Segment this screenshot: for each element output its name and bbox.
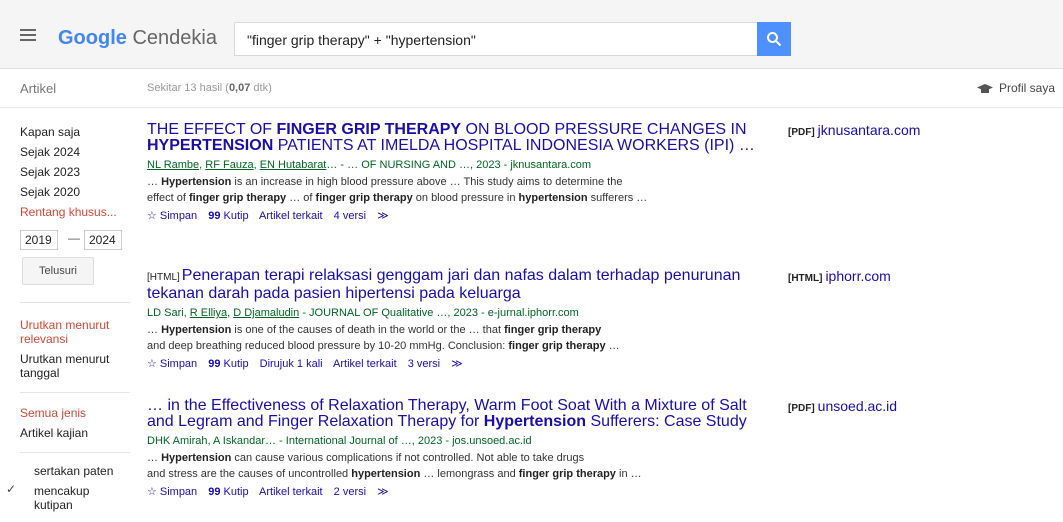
divider — [20, 452, 130, 453]
cite-link[interactable]: 99 Kutip — [208, 358, 248, 370]
checkbox-empty-icon — [20, 464, 30, 474]
result-title[interactable]: … in the Effectiveness of Relaxation The… — [147, 398, 777, 430]
search-icon — [767, 32, 782, 47]
author-link[interactable]: RF Fauza — [205, 159, 253, 171]
more-icon[interactable]: ≫ — [377, 210, 389, 222]
star-icon: ☆ — [147, 486, 157, 498]
filter-since-2024[interactable]: Sejak 2024 — [20, 142, 130, 162]
quote-icon: 99 — [208, 210, 221, 222]
more-icon[interactable]: ≫ — [377, 486, 389, 498]
author-link[interactable]: R Elliya — [190, 307, 227, 319]
divider — [20, 392, 130, 393]
full-text-link[interactable]: [PDF] unsoed.ac.id — [788, 398, 897, 414]
save-link[interactable]: ☆ Simpan — [147, 358, 197, 370]
result-actions: ☆ Simpan 99 Kutip Artikel terkait 2 versi … — [147, 485, 777, 498]
result-snippet: … Hypertension can cause various complic… — [147, 452, 642, 480]
logo-google: Google — [58, 27, 127, 49]
save-link[interactable]: ☆ Simpan — [147, 486, 197, 498]
logo[interactable]: Google Cendekia — [58, 26, 217, 50]
quote-icon: 99 — [208, 486, 221, 498]
divider — [20, 302, 130, 303]
year-from-input[interactable]: 2019 — [20, 230, 58, 250]
more-icon[interactable]: ≫ — [451, 358, 463, 370]
type-all[interactable]: Semua jenis — [20, 406, 130, 420]
author-link[interactable]: EN Hutabarat — [260, 159, 327, 171]
related-articles-link[interactable]: Artikel terkait — [259, 210, 323, 222]
year-to-input[interactable]: 2024 — [84, 230, 122, 250]
versions-link[interactable]: 4 versi — [334, 210, 366, 222]
save-link[interactable]: ☆ Simpan — [147, 210, 197, 222]
result-item: THE EFFECT OF FINGER GRIP THERAPY ON BLO… — [147, 122, 777, 223]
search-button[interactable] — [757, 22, 791, 56]
full-text-link[interactable]: [PDF] jknusantara.com — [788, 122, 920, 138]
related-articles-link[interactable]: Artikel terkait — [259, 486, 323, 498]
cite-link[interactable]: 99 Kutip — [208, 486, 248, 498]
full-text-link[interactable]: [HTML] iphorr.com — [788, 268, 891, 284]
result-authors: LD Sari, R Elliya, D Djamaludin - JOURNA… — [147, 307, 579, 319]
profile-link[interactable]: Profil saya — [976, 81, 1055, 95]
search-range-button[interactable]: Telusuri — [22, 257, 94, 285]
results-count: Sekitar 13 hasil (0,07 dtk) — [147, 82, 272, 94]
quote-icon: 99 — [208, 358, 221, 370]
result-actions: ☆ Simpan 99 Kutip Dirujuk 1 kali Artikel t… — [147, 357, 777, 370]
hamburger-menu-icon[interactable] — [20, 29, 36, 41]
cited-by-link[interactable]: Dirujuk 1 kali — [260, 358, 323, 370]
result-authors: DHK Amirah, A Iskandar… - International … — [147, 435, 532, 447]
cite-link[interactable]: 99 Kutip — [208, 210, 248, 222]
header-bar: Google Cendekia "finger grip therapy" + … — [0, 0, 1063, 69]
section-label: Artikel — [20, 81, 57, 96]
graduation-cap-icon — [976, 83, 993, 93]
year-range: 2019 — 2024 — [20, 230, 130, 252]
checkmark-icon: ✓ — [6, 482, 17, 496]
result-item: [HTML] Penerapan terapi relaksasi genggam… — [147, 268, 777, 371]
sort-options: Urutkan menurut relevansi Urutkan menuru… — [20, 318, 130, 380]
star-icon: ☆ — [147, 358, 157, 370]
sort-date[interactable]: Urutkan menurut tanggal — [20, 352, 130, 380]
author-link[interactable]: D Djamaludin — [233, 307, 299, 319]
author-link[interactable]: NL Rambe — [147, 159, 199, 171]
filter-any-time[interactable]: Kapan saja — [20, 122, 130, 142]
results-bar: Artikel Sekitar 13 hasil (0,07 dtk) Prof… — [0, 69, 1063, 108]
include-citations-checkbox[interactable]: ✓ mencakup kutipan — [6, 482, 130, 512]
result-snippet: … Hypertension is an increase in high bl… — [147, 176, 648, 204]
result-authors: NL Rambe, RF Fauza, EN Hutabarat… - … OF… — [147, 159, 592, 171]
sort-relevance[interactable]: Urutkan menurut relevansi — [20, 318, 130, 346]
result-title[interactable]: THE EFFECT OF FINGER GRIP THERAPY ON BLO… — [147, 122, 777, 154]
include-options: sertakan paten ✓ mencakup kutipan — [6, 464, 130, 512]
result-snippet: … Hypertension is one of the causes of d… — [147, 324, 620, 352]
type-review[interactable]: Artikel kajian — [20, 426, 130, 440]
versions-link[interactable]: 2 versi — [334, 486, 366, 498]
filter-custom-range[interactable]: Rentang khusus... — [20, 202, 130, 222]
star-icon: ☆ — [147, 210, 157, 222]
filter-since-2020[interactable]: Sejak 2020 — [20, 182, 130, 202]
logo-product: Cendekia — [132, 27, 217, 49]
search-input[interactable]: "finger grip therapy" + "hypertension" — [234, 22, 757, 56]
result-item: … in the Effectiveness of Relaxation The… — [147, 398, 777, 499]
filter-since-2023[interactable]: Sejak 2023 — [20, 162, 130, 182]
result-title[interactable]: [HTML] Penerapan terapi relaksasi genggam… — [147, 268, 777, 302]
related-articles-link[interactable]: Artikel terkait — [333, 358, 397, 370]
result-actions: ☆ Simpan 99 Kutip Artikel terkait 4 versi … — [147, 209, 777, 222]
html-tag: [HTML] — [147, 272, 180, 283]
time-filter-list: Kapan saja Sejak 2024 Sejak 2023 Sejak 2… — [20, 122, 130, 252]
include-patents-checkbox[interactable]: sertakan paten — [20, 464, 130, 478]
type-options: Semua jenis Artikel kajian — [20, 406, 130, 440]
versions-link[interactable]: 3 versi — [408, 358, 440, 370]
year-dash: — — [68, 231, 80, 245]
